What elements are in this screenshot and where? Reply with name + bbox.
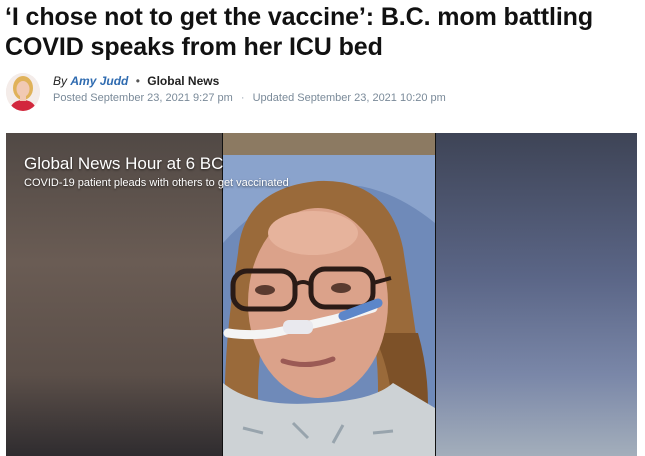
video-blur-right bbox=[434, 133, 637, 456]
updated-date: Updated September 23, 2021 10:20 pm bbox=[252, 92, 446, 104]
byline: By Amy Judd • Global News Posted Septemb… bbox=[6, 70, 636, 114]
author-photo bbox=[6, 73, 40, 111]
author-line: By Amy Judd • Global News bbox=[53, 74, 219, 88]
date-line: Posted September 23, 2021 9:27 pm · Upda… bbox=[53, 92, 446, 105]
outlet-name: Global News bbox=[147, 74, 220, 88]
article-headline: ‘I chose not to get the vaccine’: B.C. m… bbox=[5, 3, 594, 61]
author-avatar[interactable] bbox=[6, 73, 40, 111]
by-prefix: By bbox=[53, 74, 68, 88]
video-show-title: Global News Hour at 6 BC bbox=[24, 154, 224, 173]
posted-date: Posted September 23, 2021 9:27 pm bbox=[53, 92, 233, 104]
byline-separator: • bbox=[135, 74, 140, 88]
date-separator: · bbox=[240, 92, 245, 104]
video-player[interactable]: Global News Hour at 6 BC COVID-19 patien… bbox=[6, 133, 637, 456]
author-name-link[interactable]: Amy Judd bbox=[70, 74, 128, 88]
video-caption: COVID-19 patient pleads with others to g… bbox=[24, 177, 289, 189]
